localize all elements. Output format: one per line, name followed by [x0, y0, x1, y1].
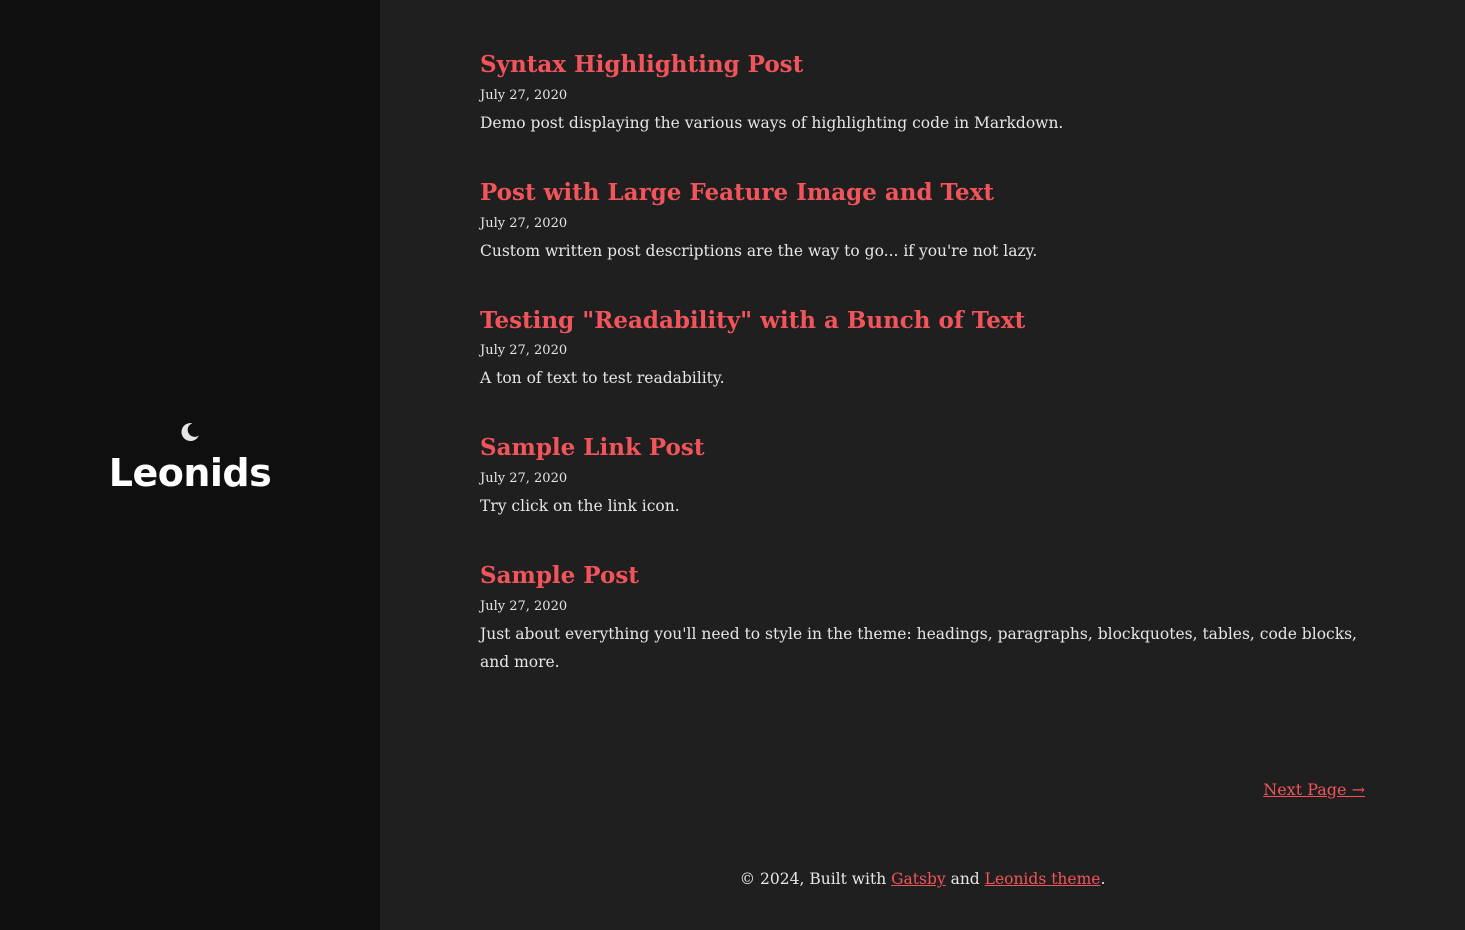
post-title-link[interactable]: Post with Large Feature Image and Text: [480, 178, 994, 208]
footer-prefix: © 2024, Built with: [739, 870, 892, 888]
site-title[interactable]: Leonids: [0, 453, 380, 494]
pagination: Next Page →: [1263, 780, 1365, 799]
footer: © 2024, Built with Gatsby and Leonids th…: [380, 870, 1465, 888]
post-title-link[interactable]: Sample Post: [480, 561, 639, 591]
post-title-link[interactable]: Testing "Readability" with a Bunch of Te…: [480, 306, 1025, 336]
post-description: Custom written post descriptions are the…: [480, 241, 1038, 260]
post-title-link[interactable]: Syntax Highlighting Post: [480, 50, 803, 80]
brand: Leonids: [0, 420, 380, 494]
post-date: July 27, 2020: [480, 215, 568, 231]
sidebar: Leonids: [0, 0, 380, 930]
post-date: July 27, 2020: [480, 471, 568, 487]
post-date: July 27, 2020: [480, 343, 568, 359]
post-item: Post with Large Feature Image and Text J…: [480, 178, 1365, 265]
post-list: Syntax Highlighting Post July 27, 2020 D…: [480, 50, 1365, 717]
post-description: Just about everything you'll need to sty…: [480, 624, 1357, 671]
post-description: Try click on the link icon.: [480, 497, 680, 516]
post-title-link[interactable]: Sample Link Post: [480, 433, 704, 463]
post-item: Sample Post July 27, 2020 Just about eve…: [480, 561, 1365, 676]
post-date: July 27, 2020: [480, 599, 568, 615]
leonids-theme-link[interactable]: Leonids theme: [985, 870, 1101, 888]
footer-middle: and: [945, 870, 985, 888]
next-page-link[interactable]: Next Page →: [1263, 780, 1365, 799]
post-date: July 27, 2020: [480, 87, 568, 103]
moon-icon[interactable]: [178, 420, 202, 444]
post-description: Demo post displaying the various ways of…: [480, 113, 1064, 132]
gatsby-link[interactable]: Gatsby: [891, 870, 946, 888]
post-item: Syntax Highlighting Post July 27, 2020 D…: [480, 50, 1365, 137]
post-description: A ton of text to test readability.: [480, 369, 725, 388]
main-content: Syntax Highlighting Post July 27, 2020 D…: [380, 0, 1465, 930]
post-item: Sample Link Post July 27, 2020 Try click…: [480, 433, 1365, 520]
footer-suffix: .: [1100, 870, 1106, 888]
post-item: Testing "Readability" with a Bunch of Te…: [480, 306, 1365, 393]
